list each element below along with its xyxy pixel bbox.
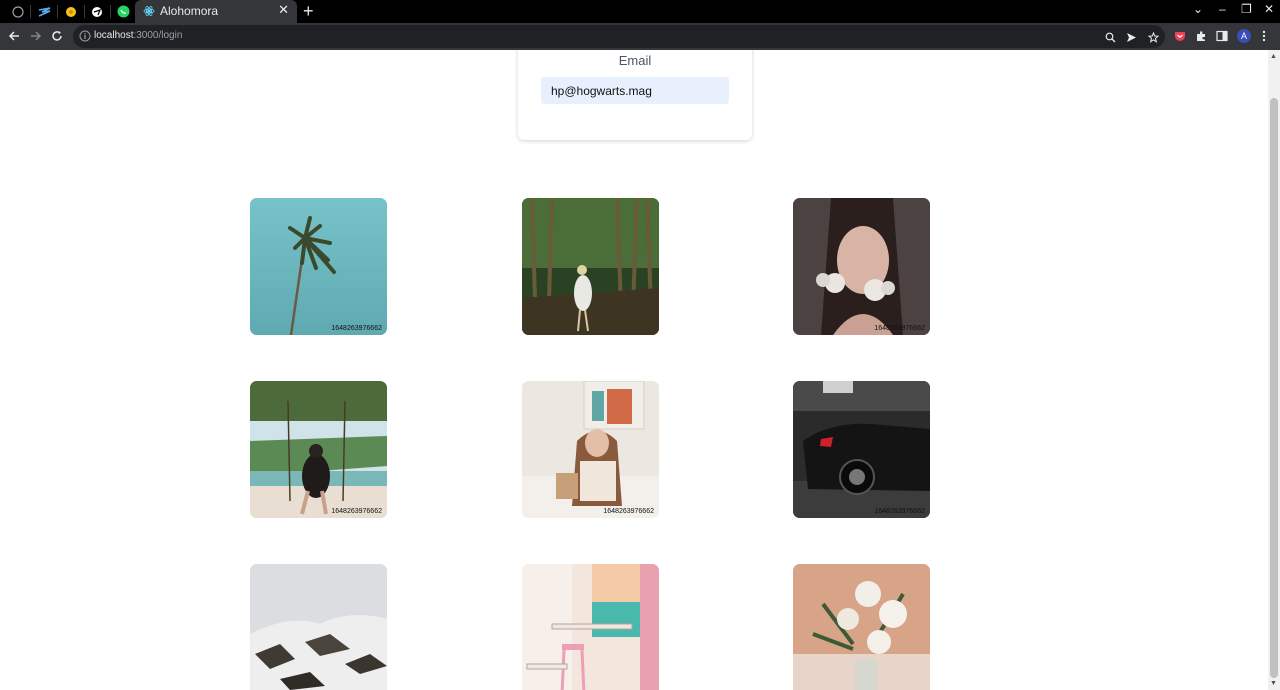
zoom-icon[interactable] bbox=[1103, 30, 1117, 44]
globe-icon[interactable] bbox=[88, 3, 106, 20]
photo-stamp: 1648263976662 bbox=[874, 325, 925, 332]
browser-toolbar: localhost:3000/login bbox=[0, 23, 1280, 50]
new-tab-button[interactable]: + bbox=[303, 1, 314, 21]
forest-walk-image bbox=[522, 198, 659, 335]
close-window-button[interactable]: ✕ bbox=[1264, 2, 1274, 16]
tab-separator bbox=[110, 5, 111, 18]
gallery-photo[interactable] bbox=[793, 564, 930, 690]
woman-flowers-image bbox=[793, 198, 930, 335]
photo-stamp: 1648263976662 bbox=[331, 508, 382, 515]
gallery-photo[interactable]: 1648263976662 bbox=[250, 381, 387, 518]
tab-active[interactable]: Alohomora ✕ bbox=[135, 0, 297, 23]
gallery-photo[interactable]: 1648263976662 bbox=[793, 381, 930, 518]
login-card: Email bbox=[518, 50, 752, 140]
gallery-photo[interactable] bbox=[250, 564, 387, 690]
tab-separator bbox=[84, 5, 85, 18]
extensions-icon[interactable] bbox=[1193, 28, 1209, 44]
girl-toy-image bbox=[522, 381, 659, 518]
url-text: localhost:3000/login bbox=[94, 30, 183, 41]
reload-icon[interactable] bbox=[48, 27, 66, 45]
github-icon[interactable] bbox=[9, 3, 27, 20]
tab-title: Alohomora bbox=[160, 4, 219, 18]
scrollbar-thumb[interactable] bbox=[1270, 98, 1278, 678]
page-scrollbar[interactable]: ▲ ▼ bbox=[1268, 50, 1280, 690]
car-garage-image bbox=[793, 381, 930, 518]
tab-separator bbox=[57, 5, 58, 18]
roses-bouquet-image bbox=[793, 564, 930, 690]
gallery-photo[interactable]: 1648263976662 bbox=[522, 381, 659, 518]
photo-stamp: 1648263976662 bbox=[874, 508, 925, 515]
bookmark-star-icon[interactable] bbox=[1146, 30, 1160, 44]
gallery-photo[interactable]: 1648263976662 bbox=[250, 198, 387, 335]
scroll-down-icon[interactable]: ▼ bbox=[1270, 680, 1277, 687]
site-info-icon[interactable] bbox=[79, 30, 91, 42]
email-label: Email bbox=[618, 53, 652, 68]
send-icon[interactable] bbox=[1124, 30, 1138, 44]
react-icon bbox=[143, 6, 155, 16]
pocket-icon[interactable] bbox=[1172, 28, 1188, 44]
side-panel-icon[interactable] bbox=[1214, 28, 1230, 44]
browser-tab-strip: Alohomora ✕ + ⌄ – ❐ ✕ bbox=[0, 0, 1280, 23]
tab-separator bbox=[30, 5, 31, 18]
app-icon[interactable] bbox=[35, 3, 53, 20]
back-icon[interactable] bbox=[5, 27, 23, 45]
email-field[interactable] bbox=[541, 77, 729, 104]
restore-button[interactable]: ❐ bbox=[1241, 2, 1252, 16]
menu-dots-icon[interactable] bbox=[1256, 28, 1272, 44]
gallery-photo[interactable] bbox=[522, 564, 659, 690]
snowy-mountain-image bbox=[250, 564, 387, 690]
page-viewport: Email 1648263976662 bbox=[0, 50, 1268, 690]
pink-chairs-image bbox=[522, 564, 659, 690]
photo-stamp: 1648263976662 bbox=[603, 508, 654, 515]
flower-icon[interactable] bbox=[62, 3, 80, 20]
forward-icon[interactable] bbox=[27, 27, 45, 45]
close-icon[interactable]: ✕ bbox=[278, 2, 289, 18]
palm-tree-image bbox=[250, 198, 387, 335]
tab-search-icon[interactable]: ⌄ bbox=[1193, 2, 1203, 16]
profile-avatar[interactable]: A bbox=[1237, 29, 1251, 43]
gallery-photo[interactable] bbox=[522, 198, 659, 335]
scroll-up-icon[interactable]: ▲ bbox=[1270, 53, 1277, 60]
photo-stamp: 1648263976662 bbox=[331, 325, 382, 332]
address-bar[interactable]: localhost:3000/login bbox=[73, 25, 1165, 48]
gallery-photo[interactable]: 1648263976662 bbox=[793, 198, 930, 335]
swing-beach-image bbox=[250, 381, 387, 518]
minimize-button[interactable]: – bbox=[1219, 2, 1226, 16]
whatsapp-icon[interactable] bbox=[114, 3, 132, 20]
